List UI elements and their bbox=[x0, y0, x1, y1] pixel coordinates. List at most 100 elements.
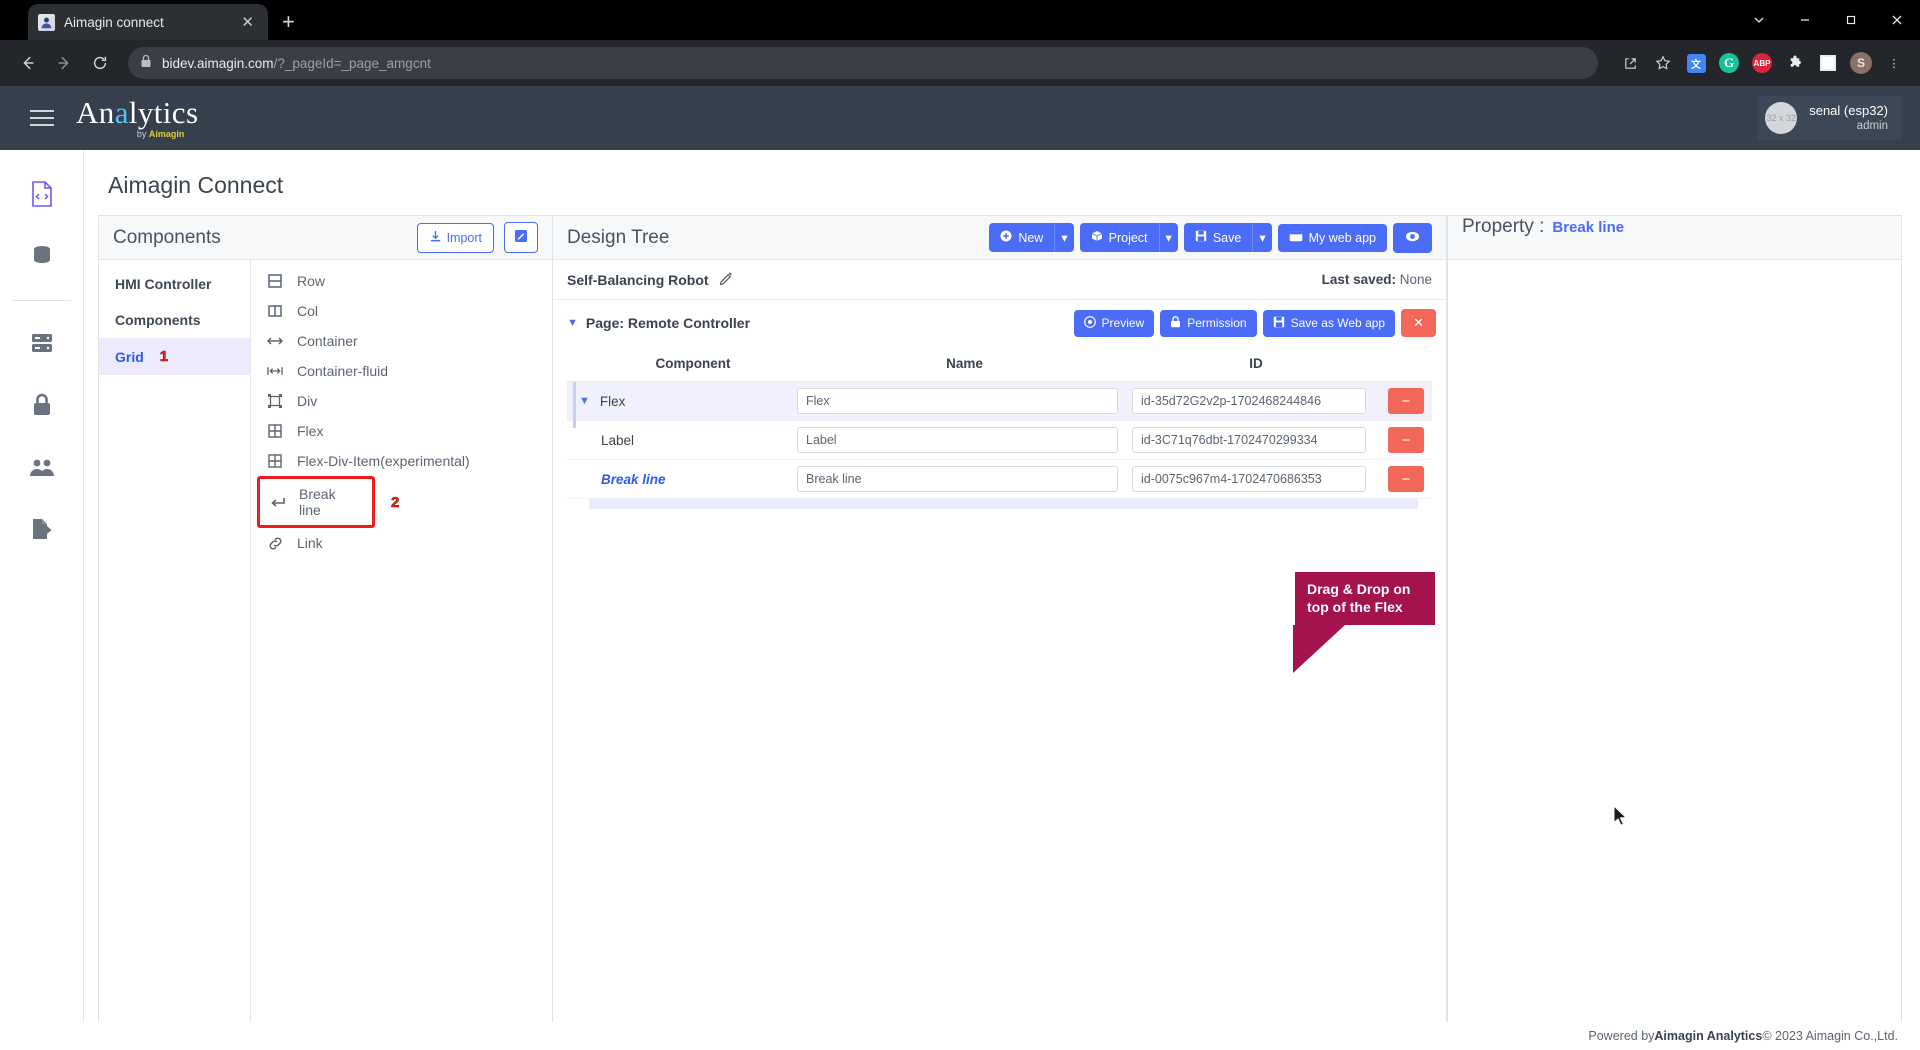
component-item-container[interactable]: Container bbox=[251, 326, 552, 356]
users-icon[interactable] bbox=[20, 445, 64, 489]
category-components[interactable]: Components bbox=[99, 302, 250, 338]
enter-arrow-icon bbox=[270, 496, 285, 509]
page-row: ▼ Page: Remote Controller Preview Permis… bbox=[553, 300, 1446, 346]
brand-sub-brand: Aimagin bbox=[148, 129, 185, 139]
brand-title: Analytics bbox=[76, 97, 198, 128]
component-item-row[interactable]: Row bbox=[251, 266, 552, 296]
preview-eye-button[interactable] bbox=[1393, 222, 1432, 253]
eye-icon bbox=[1405, 230, 1420, 246]
design-tree-title: Design Tree bbox=[567, 226, 670, 248]
name-input[interactable]: Break line bbox=[797, 466, 1118, 492]
share-icon[interactable] bbox=[1616, 49, 1644, 77]
row-name-cell[interactable]: Flex bbox=[797, 388, 1132, 414]
id-input[interactable]: id-0075c967m4-1702470686353 bbox=[1132, 466, 1366, 492]
save-dropdown-caret[interactable]: ▾ bbox=[1252, 223, 1272, 252]
property-panel: Property : Break line bbox=[1447, 215, 1902, 1050]
component-item-label: Div bbox=[297, 393, 318, 409]
remove-row-button[interactable]: − bbox=[1388, 388, 1424, 414]
row-name-cell[interactable]: Break line bbox=[797, 466, 1132, 492]
tab-close-icon[interactable]: ✕ bbox=[237, 13, 258, 32]
remove-row-button[interactable]: − bbox=[1388, 466, 1424, 492]
grammarly-icon[interactable]: G bbox=[1715, 49, 1743, 77]
page-title: Aimagin Connect bbox=[108, 172, 284, 198]
close-page-button[interactable]: ✕ bbox=[1401, 309, 1436, 337]
close-window-icon[interactable] bbox=[1874, 0, 1920, 40]
code-file-icon[interactable] bbox=[20, 172, 64, 216]
my-web-app-button[interactable]: My web app bbox=[1277, 223, 1387, 252]
design-tree-table: Component Name ID ▼ Flex Flex id-35d72G2… bbox=[567, 346, 1432, 509]
row-id-cell[interactable]: id-0075c967m4-1702470686353 bbox=[1132, 466, 1380, 492]
reload-icon[interactable] bbox=[84, 47, 116, 79]
row-id-cell[interactable]: id-35d72G2v2p-1702468244846 bbox=[1132, 388, 1380, 414]
translate-icon[interactable]: 文 bbox=[1682, 49, 1710, 77]
user-menu[interactable]: 32 x 32 senal (esp32) admin bbox=[1757, 96, 1902, 140]
permission-button[interactable]: Permission bbox=[1160, 309, 1257, 337]
category-hmi-controller[interactable]: HMI Controller bbox=[99, 266, 250, 302]
id-input[interactable]: id-3C71q76dbt-1702470299334 bbox=[1132, 427, 1366, 453]
new-dropdown-caret[interactable]: ▾ bbox=[1054, 223, 1074, 252]
forward-arrow-icon[interactable] bbox=[48, 47, 80, 79]
project-button[interactable]: Project bbox=[1079, 223, 1159, 252]
component-item-label: Row bbox=[297, 273, 326, 289]
drop-zone-indicator[interactable] bbox=[589, 499, 1418, 509]
component-item-link[interactable]: Link bbox=[251, 528, 552, 558]
row-component-label: Label bbox=[601, 432, 635, 448]
component-item-break-line[interactable]: Break line bbox=[257, 476, 375, 528]
component-item-container-fluid[interactable]: Container-fluid bbox=[251, 356, 552, 386]
star-icon[interactable] bbox=[1649, 49, 1677, 77]
id-input[interactable]: id-35d72G2v2p-1702468244846 bbox=[1132, 388, 1366, 414]
server-icon[interactable] bbox=[20, 321, 64, 365]
address-bar[interactable]: bidev.aimagin.com/?_pageId=_page_amgcnt bbox=[128, 47, 1598, 79]
edit-components-button[interactable] bbox=[504, 222, 538, 253]
back-arrow-icon[interactable] bbox=[12, 47, 44, 79]
row-name-cell[interactable]: Label bbox=[797, 427, 1132, 453]
component-item-flex-div-item[interactable]: Flex-Div-Item(experimental) bbox=[251, 446, 552, 476]
export-icon[interactable] bbox=[20, 507, 64, 551]
category-label: Grid bbox=[115, 348, 144, 365]
mouse-cursor bbox=[1613, 804, 1629, 832]
new-button[interactable]: New bbox=[989, 223, 1055, 252]
browser-menu-icon[interactable]: ⋮ bbox=[1880, 49, 1908, 77]
column-header-component: Component bbox=[655, 356, 731, 371]
hamburger-menu-icon[interactable] bbox=[30, 110, 54, 126]
eye-circle-icon bbox=[1083, 315, 1096, 331]
extensions-puzzle-icon[interactable] bbox=[1781, 49, 1809, 77]
property-panel-header: Property : Break line bbox=[1448, 216, 1901, 260]
component-item-col[interactable]: Col bbox=[251, 296, 552, 326]
component-item-flex[interactable]: Flex bbox=[251, 416, 552, 446]
chevron-down-icon[interactable] bbox=[1736, 0, 1782, 40]
save-as-web-app-button[interactable]: Save as Web app bbox=[1262, 309, 1396, 337]
row-id-cell[interactable]: id-3C71q76dbt-1702470299334 bbox=[1132, 427, 1380, 453]
new-tab-button[interactable]: + bbox=[282, 9, 295, 40]
adblock-icon[interactable]: ABP bbox=[1748, 49, 1776, 77]
import-button[interactable]: Import bbox=[416, 222, 494, 253]
collapse-triangle-icon[interactable]: ▼ bbox=[567, 317, 578, 329]
save-button[interactable]: Save bbox=[1183, 223, 1253, 252]
name-input[interactable]: Flex bbox=[797, 388, 1118, 414]
pencil-icon[interactable] bbox=[719, 271, 733, 288]
expand-triangle-icon[interactable]: ▼ bbox=[579, 395, 590, 407]
arrows-h-bounded-icon bbox=[267, 365, 283, 377]
preview-button[interactable]: Preview bbox=[1073, 309, 1155, 337]
components-panel-title: Components bbox=[113, 226, 221, 248]
category-grid[interactable]: Grid 1 bbox=[99, 338, 250, 375]
lock-icon[interactable] bbox=[20, 383, 64, 427]
remove-row-button[interactable]: − bbox=[1388, 427, 1424, 453]
profile-avatar[interactable]: S bbox=[1847, 49, 1875, 77]
avatar: 32 x 32 bbox=[1765, 102, 1798, 134]
design-tree-header: Design Tree New ▾ Project ▾ Save ▾ My we… bbox=[553, 216, 1446, 260]
table-row[interactable]: ▼ Flex Flex id-35d72G2v2p-1702468244846 … bbox=[567, 382, 1432, 428]
project-dropdown-caret[interactable]: ▾ bbox=[1158, 223, 1178, 252]
browser-tab[interactable]: Aimagin connect ✕ bbox=[28, 4, 268, 40]
grid-icon bbox=[267, 424, 283, 438]
component-item-div[interactable]: Div bbox=[251, 386, 552, 416]
table-row[interactable]: Break line Break line id-0075c967m4-1702… bbox=[567, 460, 1432, 499]
window-icon bbox=[1289, 231, 1303, 245]
brand-pre: An bbox=[76, 95, 115, 130]
name-input[interactable]: Label bbox=[797, 427, 1118, 453]
minimize-icon[interactable] bbox=[1782, 0, 1828, 40]
table-row[interactable]: Label Label id-3C71q76dbt-1702470299334 … bbox=[567, 421, 1432, 460]
maximize-icon[interactable] bbox=[1828, 0, 1874, 40]
square-extension-icon[interactable] bbox=[1814, 49, 1842, 77]
database-icon[interactable] bbox=[20, 234, 64, 278]
